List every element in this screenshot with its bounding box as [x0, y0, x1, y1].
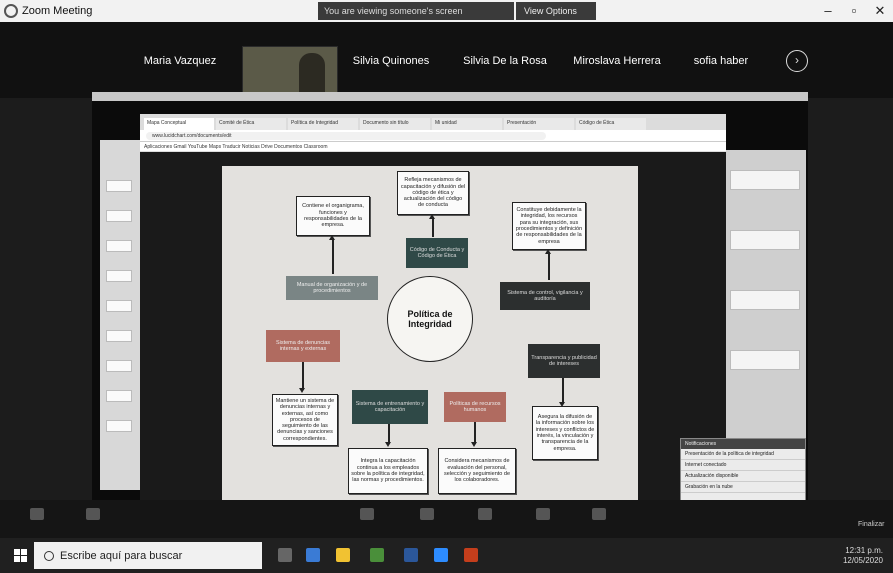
- end-meeting-button[interactable]: Finalizar: [858, 521, 884, 528]
- participant-tile[interactable]: Maria Vazquez: [120, 36, 240, 86]
- powerpoint-icon[interactable]: [464, 548, 478, 562]
- arrow-down: [471, 422, 477, 447]
- url-field[interactable]: www.lucidchart.com/documents/edit: [146, 131, 546, 140]
- windows-taskbar: Escribe aquí para buscar 12:31 p.m. 12/0…: [0, 538, 893, 573]
- browser-tab[interactable]: Código de Ética: [576, 118, 646, 130]
- file-explorer-icon[interactable]: [336, 548, 350, 562]
- arrow-up: [429, 214, 435, 237]
- zoom-meeting-window: Zoom Meeting You are viewing someone's s…: [0, 0, 893, 573]
- page-content: Política de Integridad Refleja mecanismo…: [140, 152, 726, 512]
- participant-avatar: [299, 53, 325, 97]
- thumbnail: [106, 420, 132, 432]
- thumbnail: [730, 230, 800, 250]
- node-top-center: Código de Conducta y Código de Ética: [406, 238, 468, 268]
- node-desc-bottom-right: Considera mecanismos de evaluación del p…: [438, 448, 516, 494]
- node-bottom-left: Sistema de entrenamiento y capacitación: [352, 390, 428, 424]
- participant-tile[interactable]: Miroslava Herrera: [562, 36, 672, 86]
- edge-icon[interactable]: [306, 548, 320, 562]
- thumbnail: [106, 390, 132, 402]
- node-desc-top-right: Constituye debidamente la integridad, lo…: [512, 202, 586, 250]
- concept-map: Política de Integridad Refleja mecanismo…: [222, 166, 638, 510]
- word-icon[interactable]: [404, 548, 418, 562]
- node-desc-top-center: Refleja mecanismos de capacitación y dif…: [397, 171, 469, 215]
- close-button[interactable]: ✕: [867, 0, 893, 22]
- system-tray[interactable]: 12:31 p.m. 12/05/2020: [843, 546, 883, 566]
- participant-tile[interactable]: Silvia De la Rosa: [450, 36, 560, 86]
- arrow-down: [559, 378, 565, 407]
- share-screen-button[interactable]: [478, 508, 492, 520]
- record-button[interactable]: [536, 508, 550, 520]
- minimize-button[interactable]: –: [815, 0, 841, 22]
- window-controls: – ▫ ✕: [815, 0, 893, 22]
- arrow-down: [385, 424, 391, 447]
- mute-button[interactable]: [30, 508, 44, 520]
- arrow-up: [545, 249, 551, 280]
- arrow-down: [299, 362, 305, 393]
- zoom-logo-icon: [4, 4, 18, 18]
- shared-menubar: [92, 92, 808, 101]
- node-right: Transparencia y publicidad de intereses: [528, 344, 600, 378]
- taskbar-search-box[interactable]: Escribe aquí para buscar: [34, 542, 262, 569]
- thumbnail: [730, 290, 800, 310]
- browser-window: Mapa Conceptual Comité de Ética Política…: [140, 114, 726, 512]
- next-participants-button[interactable]: ›: [786, 50, 808, 72]
- participants-strip: Maria Vazquez Silvia Quinones Silvia De …: [0, 22, 893, 100]
- node-desc-right: Asegura la difusión de la información so…: [532, 406, 598, 460]
- chat-button[interactable]: [420, 508, 434, 520]
- node-desc-top-left: Contiene el organigrama, funciones y res…: [296, 196, 370, 236]
- bookmarks-bar[interactable]: Aplicaciones Gmail YouTube Maps Traducir…: [140, 142, 726, 152]
- search-icon: [44, 550, 54, 561]
- right-app-window: [726, 150, 806, 480]
- browser-tab[interactable]: Presentación: [504, 118, 574, 130]
- node-top-left: Manual de organización y de procedimient…: [286, 276, 378, 300]
- clock-time: 12:31 p.m.: [845, 546, 883, 555]
- center-node: Política de Integridad: [387, 276, 473, 362]
- thumbnail: [106, 330, 132, 342]
- participant-tile[interactable]: Silvia Quinones: [338, 36, 444, 86]
- video-button[interactable]: [86, 508, 100, 520]
- participant-tile[interactable]: sofia haber: [676, 36, 766, 86]
- view-options-button[interactable]: View Options: [516, 2, 596, 20]
- browser-tab[interactable]: Comité de Ética: [216, 118, 286, 130]
- notification-item[interactable]: Actualización disponible: [681, 471, 805, 482]
- node-bottom-right: Políticas de recursos humanos: [444, 392, 506, 422]
- thumbnail: [106, 210, 132, 222]
- notification-item[interactable]: Grabación en la nube: [681, 482, 805, 493]
- window-title: Zoom Meeting: [22, 5, 93, 17]
- browser-tab[interactable]: Mapa Conceptual: [144, 118, 214, 130]
- address-bar[interactable]: www.lucidchart.com/documents/edit: [140, 130, 726, 142]
- node-top-right: Sistema de control, vigilancia y auditor…: [500, 282, 590, 310]
- browser-tab[interactable]: Documento sin título: [360, 118, 430, 130]
- node-left: Sistema de denuncias internas y externas: [266, 330, 340, 362]
- thumbnail: [106, 240, 132, 252]
- zoom-toolbar: [0, 500, 893, 538]
- thumbnail: [730, 170, 800, 190]
- notification-header: Notificaciones: [681, 439, 805, 449]
- left-app-window: [100, 140, 140, 490]
- search-placeholder: Escribe aquí para buscar: [60, 549, 183, 562]
- node-desc-bottom-left: Integra la capacitación continua a los e…: [348, 448, 428, 494]
- task-view-icon[interactable]: [278, 548, 292, 562]
- zoom-icon[interactable]: [434, 548, 448, 562]
- screen-share-banner: You are viewing someone's screen: [318, 2, 514, 20]
- maximize-button[interactable]: ▫: [841, 0, 867, 22]
- windows-start-icon[interactable]: [8, 544, 32, 568]
- notification-item[interactable]: Presentación de la política de integrida…: [681, 449, 805, 460]
- notification-item[interactable]: Internet conectado: [681, 460, 805, 471]
- chrome-icon[interactable]: [370, 548, 384, 562]
- thumbnail: [106, 180, 132, 192]
- browser-tab[interactable]: Mi unidad: [432, 118, 502, 130]
- thumbnail: [106, 300, 132, 312]
- thumbnail: [106, 270, 132, 282]
- participants-button[interactable]: [360, 508, 374, 520]
- node-desc-left: Mantiene un sistema de denuncias interna…: [272, 394, 338, 446]
- arrow-up: [329, 235, 335, 274]
- thumbnail: [106, 360, 132, 372]
- thumbnail: [730, 350, 800, 370]
- reactions-button[interactable]: [592, 508, 606, 520]
- clock-date: 12/05/2020: [842, 556, 883, 565]
- browser-tabs: Mapa Conceptual Comité de Ética Política…: [140, 114, 726, 130]
- browser-tab[interactable]: Política de Integridad: [288, 118, 358, 130]
